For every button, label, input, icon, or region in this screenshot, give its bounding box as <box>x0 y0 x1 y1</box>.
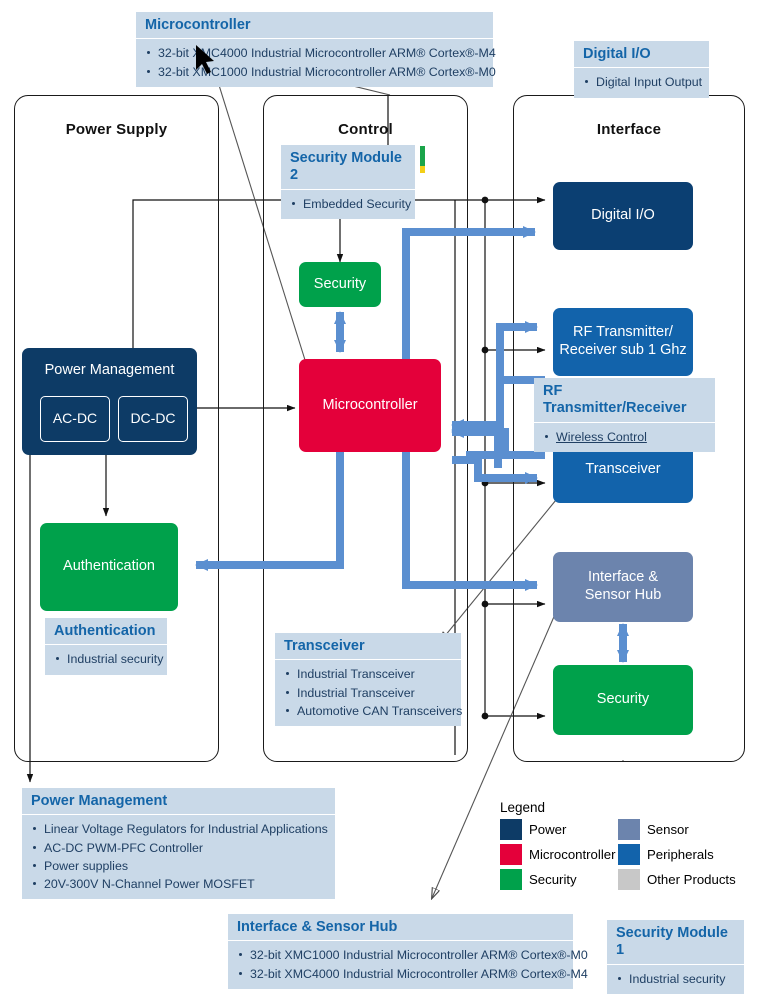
list-item: 20V-300V N-Channel Power MOSFET <box>31 875 326 893</box>
block-power-management[interactable]: Power Management AC-DC DC-DC <box>22 348 197 455</box>
callout-interface-sensor-hub-list: 32-bit XMC1000 Industrial Microcontrolle… <box>228 941 588 988</box>
list-item: Power supplies <box>31 857 326 875</box>
list-item: 32-bit XMC4000 Industrial Microcontrolle… <box>145 44 496 62</box>
callout-power-management: Power Management Linear Voltage Regulato… <box>22 788 335 899</box>
legend-item-microcontroller: Microcontroller <box>500 844 615 865</box>
list-item: 32-bit XMC4000 Industrial Microcontrolle… <box>237 965 588 983</box>
callout-security-module-1-list: Industrial security <box>607 965 744 994</box>
callout-interface-sensor-hub-title: Interface & Sensor Hub <box>228 914 573 942</box>
legend-swatch-power <box>500 819 522 840</box>
list-item: Industrial security <box>616 970 735 988</box>
block-sensor-hub[interactable]: Interface & Sensor Hub <box>553 552 693 622</box>
block-authentication[interactable]: Authentication <box>40 523 178 611</box>
subblock-dc-dc[interactable]: DC-DC <box>118 396 188 442</box>
block-security-interface-label: Security <box>596 691 650 708</box>
subblock-ac-dc[interactable]: AC-DC <box>40 396 110 442</box>
callout-security-module-1: Security Module 1 Industrial security <box>607 920 744 994</box>
list-item: Digital Input Output <box>583 73 702 91</box>
callout-security-module-1-title: Security Module 1 <box>607 920 744 965</box>
group-power-supply-title: Power Supply <box>65 121 168 138</box>
callout-microcontroller: Microcontroller 32-bit XMC4000 Industria… <box>136 12 496 87</box>
list-item: Industrial Transceiver <box>284 665 452 683</box>
list-item: 32-bit XMC1000 Industrial Microcontrolle… <box>145 63 496 81</box>
callout-security-module-2-title: Security Module 2 <box>281 145 415 190</box>
callout-transceiver-title: Transceiver <box>275 633 461 661</box>
diagram-canvas: Power Supply Control Interface Power Man… <box>0 0 757 1000</box>
callout-power-management-title: Power Management <box>22 788 335 816</box>
text-caret-artifact <box>420 146 425 173</box>
block-security-interface[interactable]: Security <box>553 665 693 735</box>
callout-interface-sensor-hub: Interface & Sensor Hub 32-bit XMC1000 In… <box>228 914 588 989</box>
block-sensor-hub-line2: Sensor Hub <box>584 587 662 603</box>
callout-security-module-2: Security Module 2 Embedded Security <box>281 145 415 219</box>
callout-authentication-list: Industrial security <box>45 645 167 674</box>
callout-microcontroller-list: 32-bit XMC4000 Industrial Microcontrolle… <box>136 39 496 86</box>
callout-power-management-list: Linear Voltage Regulators for Industrial… <box>22 815 335 898</box>
list-item: Automotive CAN Transceivers <box>284 702 462 720</box>
block-rf-transceiver[interactable]: RF Transmitter/ Receiver sub 1 Ghz <box>553 308 693 376</box>
list-item: 32-bit XMC1000 Industrial Microcontrolle… <box>237 946 588 964</box>
list-item: Industrial security <box>54 650 163 668</box>
list-item-link[interactable]: Wireless Control <box>543 428 706 446</box>
block-microcontroller-label: Microcontroller <box>322 396 418 413</box>
block-authentication-label: Authentication <box>63 558 155 575</box>
callout-authentication-title: Authentication <box>45 618 167 646</box>
legend-item-peripherals: Peripherals <box>618 844 714 865</box>
list-item: AC-DC PWM-PFC Controller <box>31 839 326 857</box>
block-digital-io-label: Digital I/O <box>591 207 655 224</box>
callout-digital-io-list: Digital Input Output <box>574 68 709 97</box>
callout-rf-transmitter-receiver: RF Transmitter/Receiver Wireless Control <box>534 378 715 452</box>
callout-transceiver-list: Industrial Transceiver Industrial Transc… <box>275 660 462 725</box>
legend-item-sensor: Sensor <box>618 819 689 840</box>
block-rf-transceiver-line2: Receiver sub 1 Ghz <box>559 342 687 358</box>
legend-swatch-microcontroller <box>500 844 522 865</box>
callout-digital-io: Digital I/O Digital Input Output <box>574 41 709 98</box>
callout-microcontroller-title: Microcontroller <box>136 12 493 40</box>
legend-swatch-security <box>500 869 522 890</box>
group-interface-title: Interface <box>596 121 662 138</box>
callout-rf-transmitter-receiver-list: Wireless Control <box>534 423 715 452</box>
callout-transceiver: Transceiver Industrial Transceiver Indus… <box>275 633 462 726</box>
callout-rf-transmitter-receiver-title: RF Transmitter/Receiver <box>534 378 715 423</box>
legend: Legend Power Microcontroller Security Se… <box>490 800 740 890</box>
legend-item-other-products: Other Products <box>618 869 736 890</box>
list-item: Linear Voltage Regulators for Industrial… <box>31 820 328 838</box>
block-rf-transceiver-line1: RF Transmitter/ <box>573 324 673 341</box>
legend-item-power: Power <box>500 819 566 840</box>
block-security-control-label: Security <box>313 275 367 292</box>
list-item: Industrial Transceiver <box>284 684 452 702</box>
list-item: Embedded Security <box>290 195 411 213</box>
block-digital-io[interactable]: Digital I/O <box>553 182 693 250</box>
block-microcontroller[interactable]: Microcontroller <box>299 359 441 452</box>
legend-swatch-sensor <box>618 819 640 840</box>
legend-title: Legend <box>500 800 546 815</box>
group-control-title: Control <box>338 121 393 138</box>
callout-security-module-2-list: Embedded Security <box>281 190 415 219</box>
legend-swatch-other-products <box>618 869 640 890</box>
callout-authentication: Authentication Industrial security <box>45 618 167 675</box>
legend-item-security: Security <box>500 869 577 890</box>
block-sensor-hub-line1: Interface & <box>587 569 659 586</box>
block-transceiver-label: Transceiver <box>585 460 661 477</box>
block-power-management-label: Power Management <box>44 362 175 378</box>
legend-swatch-peripherals <box>618 844 640 865</box>
callout-digital-io-title: Digital I/O <box>574 41 709 69</box>
block-security-control[interactable]: Security <box>299 262 381 307</box>
